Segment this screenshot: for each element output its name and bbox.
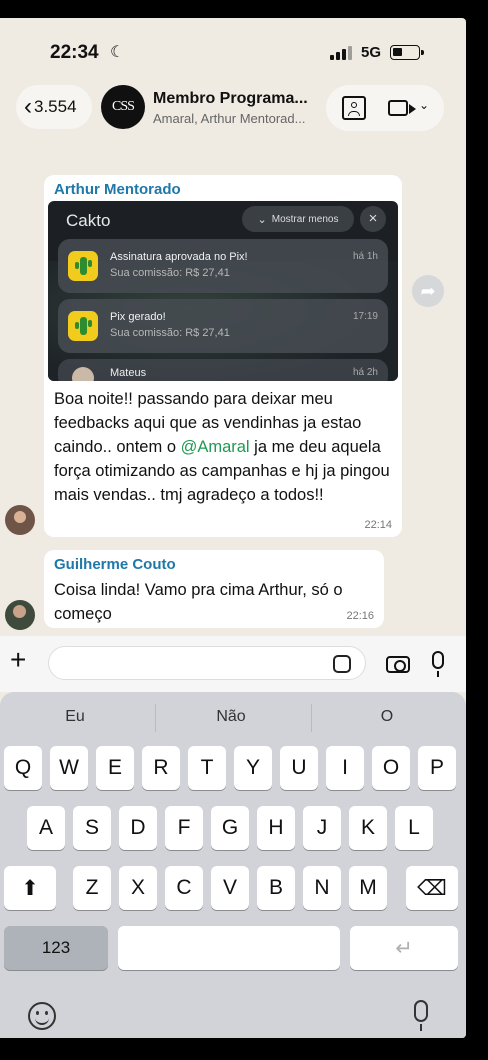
key[interactable]: L [395,806,433,850]
key[interactable]: F [165,806,203,850]
phone-screen: 22:34 ☾ 5G ‹ 3.554 CSS Membro Programa..… [0,18,466,1038]
video-call-icon[interactable] [388,100,416,116]
suggestion[interactable]: O [312,708,462,726]
key[interactable]: Y [234,746,272,790]
camera-icon[interactable] [386,656,410,673]
suggestion[interactable]: Não [156,708,306,726]
close-icon: × [360,206,386,232]
microphone-icon[interactable] [432,651,444,677]
cactus-app-icon [68,251,98,281]
notification-title: Mateus [110,367,147,379]
notification-time: há 2h [352,367,378,378]
key[interactable]: B [257,866,295,910]
notification-subtitle: Sua comissão: R$ 27,41 [110,267,230,279]
emoji-icon[interactable] [28,1002,56,1030]
key[interactable]: J [303,806,341,850]
notification-item: Pix gerado! Sua comissão: R$ 27,41 17:19 [58,299,388,353]
message-text: Boa noite!! passando para deixar meu fee… [54,387,396,507]
chevron-down-icon: ⌄ [257,213,267,226]
dictation-microphone-icon[interactable] [414,1000,428,1031]
space-key[interactable] [118,926,340,970]
suggestion[interactable]: Eu [0,708,150,726]
notification-subtitle: Sua comissão: R$ 27,41 [110,327,230,339]
keyboard: Eu Não O Q W E R T Y U I O P A S D F G H… [0,692,466,1038]
key[interactable]: K [349,806,387,850]
message-text: Coisa linda! Vamo pra cima Arthur, só o … [54,581,343,623]
shift-key[interactable]: ⬆ [4,866,56,910]
group-members[interactable]: Amaral, Arthur Mentorad... [153,111,305,126]
key[interactable]: P [418,746,456,790]
message-sender[interactable]: Arthur Mentorado [54,181,181,198]
chevron-down-icon[interactable]: ⌄ [419,98,429,112]
message-bubble[interactable]: Guilherme Couto Coisa linda! Vamo pra ci… [44,550,384,628]
key[interactable]: D [119,806,157,850]
avatar [72,367,94,381]
group-avatar[interactable]: CSS [101,85,145,129]
key[interactable]: E [96,746,134,790]
cellular-signal-icon [330,46,352,60]
key[interactable]: Q [4,746,42,790]
unread-count: 3.554 [34,97,77,116]
battery-icon [390,45,424,60]
key[interactable]: G [211,806,249,850]
message-sender[interactable]: Guilherme Couto [54,556,176,573]
screen-border [466,0,488,1060]
notification-title: Assinatura aprovada no Pix! [110,251,248,263]
show-less-label: Mostrar menos [271,213,339,225]
key[interactable]: U [280,746,318,790]
forward-icon[interactable]: ➦ [412,275,444,307]
notification-time: há 1h [352,251,378,262]
notification-item: Mateus há 2h [58,359,388,381]
key[interactable]: X [119,866,157,910]
message-composer: + [0,636,466,692]
back-button[interactable]: ‹ 3.554 [16,85,92,129]
key[interactable]: N [303,866,341,910]
chevron-left-icon: ‹ [24,93,32,120]
avatar[interactable] [5,505,35,535]
cactus-app-icon [68,311,98,341]
return-key[interactable]: ↵ [350,926,458,970]
backspace-icon: ⌫ [417,876,447,900]
plus-icon[interactable]: + [10,644,26,676]
key[interactable]: R [142,746,180,790]
group-name[interactable]: Membro Programa... [153,90,308,108]
mention-link[interactable]: @Amaral [181,438,250,456]
status-bar: 22:34 ☾ 5G [0,18,466,78]
shift-arrow-icon: ⬆ [21,876,39,900]
key[interactable]: H [257,806,295,850]
message-input[interactable] [48,646,366,680]
status-time: 22:34 [50,42,99,63]
show-less-button: ⌄ Mostrar menos [242,206,354,232]
return-arrow-icon: ↵ [395,936,413,960]
key[interactable]: V [211,866,249,910]
key[interactable]: Z [73,866,111,910]
key[interactable]: W [50,746,88,790]
numbers-key[interactable]: 123 [4,926,108,970]
key[interactable]: O [372,746,410,790]
network-type: 5G [361,44,382,61]
key[interactable]: C [165,866,203,910]
do-not-disturb-moon-icon: ☾ [110,44,125,61]
message-bubble[interactable]: Arthur Mentorado Cakto ⌄ Mostrar menos ×… [44,175,402,537]
message-time: 22:16 [346,610,374,622]
key[interactable]: M [349,866,387,910]
notification-screenshot[interactable]: Cakto ⌄ Mostrar menos × Assinatura aprov… [48,201,398,381]
key[interactable]: I [326,746,364,790]
message-time: 22:14 [364,519,392,531]
contact-card-icon[interactable] [342,96,366,120]
delete-key[interactable]: ⌫ [406,866,458,910]
key[interactable]: S [73,806,111,850]
notification-time: 17:19 [352,311,378,322]
notification-item: Assinatura aprovada no Pix! Sua comissão… [58,239,388,293]
key[interactable]: A [27,806,65,850]
notification-app-name: Cakto [66,211,111,230]
sticker-icon[interactable] [333,655,351,673]
key[interactable]: T [188,746,226,790]
avatar[interactable] [5,600,35,630]
notification-title: Pix gerado! [110,311,166,323]
